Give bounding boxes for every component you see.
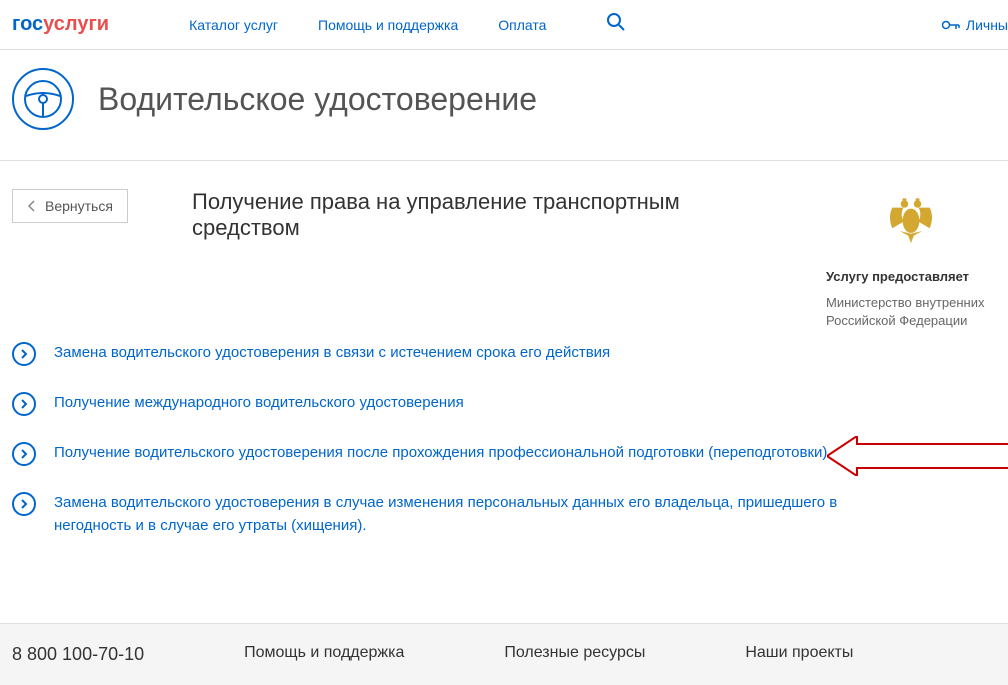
provider-name: Министерство внутренних Российской Федер… (826, 294, 996, 330)
chevron-right-icon (12, 392, 36, 416)
title-section: Водительское удостоверение (0, 50, 1008, 161)
key-icon (942, 19, 960, 31)
service-item[interactable]: Замена водительского удостоверения в свя… (12, 342, 852, 366)
chevron-left-icon (27, 199, 37, 213)
nav-payment[interactable]: Оплата (498, 17, 546, 33)
footer-phone: 8 800 100-70-10 (12, 644, 144, 665)
logo-prefix: гос (12, 13, 43, 35)
annotation-arrow-icon (827, 436, 1008, 476)
left-column: Вернуться (12, 189, 152, 330)
service-link[interactable]: Получение международного водительского у… (54, 392, 464, 415)
service-item[interactable]: Получение водительского удостоверения по… (12, 442, 852, 466)
account-link[interactable]: Личны (942, 17, 1008, 33)
back-label: Вернуться (45, 198, 113, 214)
page-title: Водительское удостоверение (98, 81, 537, 118)
service-link[interactable]: Замена водительского удостоверения в свя… (54, 342, 610, 365)
chevron-right-icon (12, 442, 36, 466)
footer: 8 800 100-70-10 Помощь и поддержка Полез… (0, 623, 1008, 685)
header: госуслуги Каталог услуг Помощь и поддерж… (0, 0, 1008, 50)
footer-projects[interactable]: Наши проекты (745, 644, 853, 665)
service-list: Замена водительского удостоверения в свя… (0, 330, 1008, 623)
steering-wheel-icon (12, 68, 74, 130)
service-item[interactable]: Получение международного водительского у… (12, 392, 852, 416)
logo-suffix: услуги (43, 13, 109, 35)
logo[interactable]: госуслуги (12, 13, 109, 36)
mid-column: Получение права на управление транспортн… (192, 189, 786, 330)
provider-label: Услугу предоставляет (826, 269, 996, 284)
top-nav: Каталог услуг Помощь и поддержка Оплата (189, 12, 942, 37)
service-link[interactable]: Замена водительского удостоверения в слу… (54, 492, 852, 537)
service-item[interactable]: Замена водительского удостоверения в слу… (12, 492, 852, 537)
nav-help[interactable]: Помощь и поддержка (318, 17, 458, 33)
subtitle: Получение права на управление транспортн… (192, 189, 786, 241)
provider-column: Услугу предоставляет Министерство внутре… (826, 189, 996, 330)
service-link[interactable]: Получение водительского удостоверения по… (54, 442, 827, 465)
eagle-icon (883, 189, 939, 245)
nav-catalog[interactable]: Каталог услуг (189, 17, 278, 33)
footer-resources[interactable]: Полезные ресурсы (504, 644, 645, 665)
chevron-right-icon (12, 342, 36, 366)
back-button[interactable]: Вернуться (12, 189, 128, 223)
content: Вернуться Получение права на управление … (0, 161, 1008, 330)
account-label: Личны (966, 17, 1008, 33)
chevron-right-icon (12, 492, 36, 516)
search-icon[interactable] (606, 12, 626, 37)
footer-help[interactable]: Помощь и поддержка (244, 644, 404, 665)
